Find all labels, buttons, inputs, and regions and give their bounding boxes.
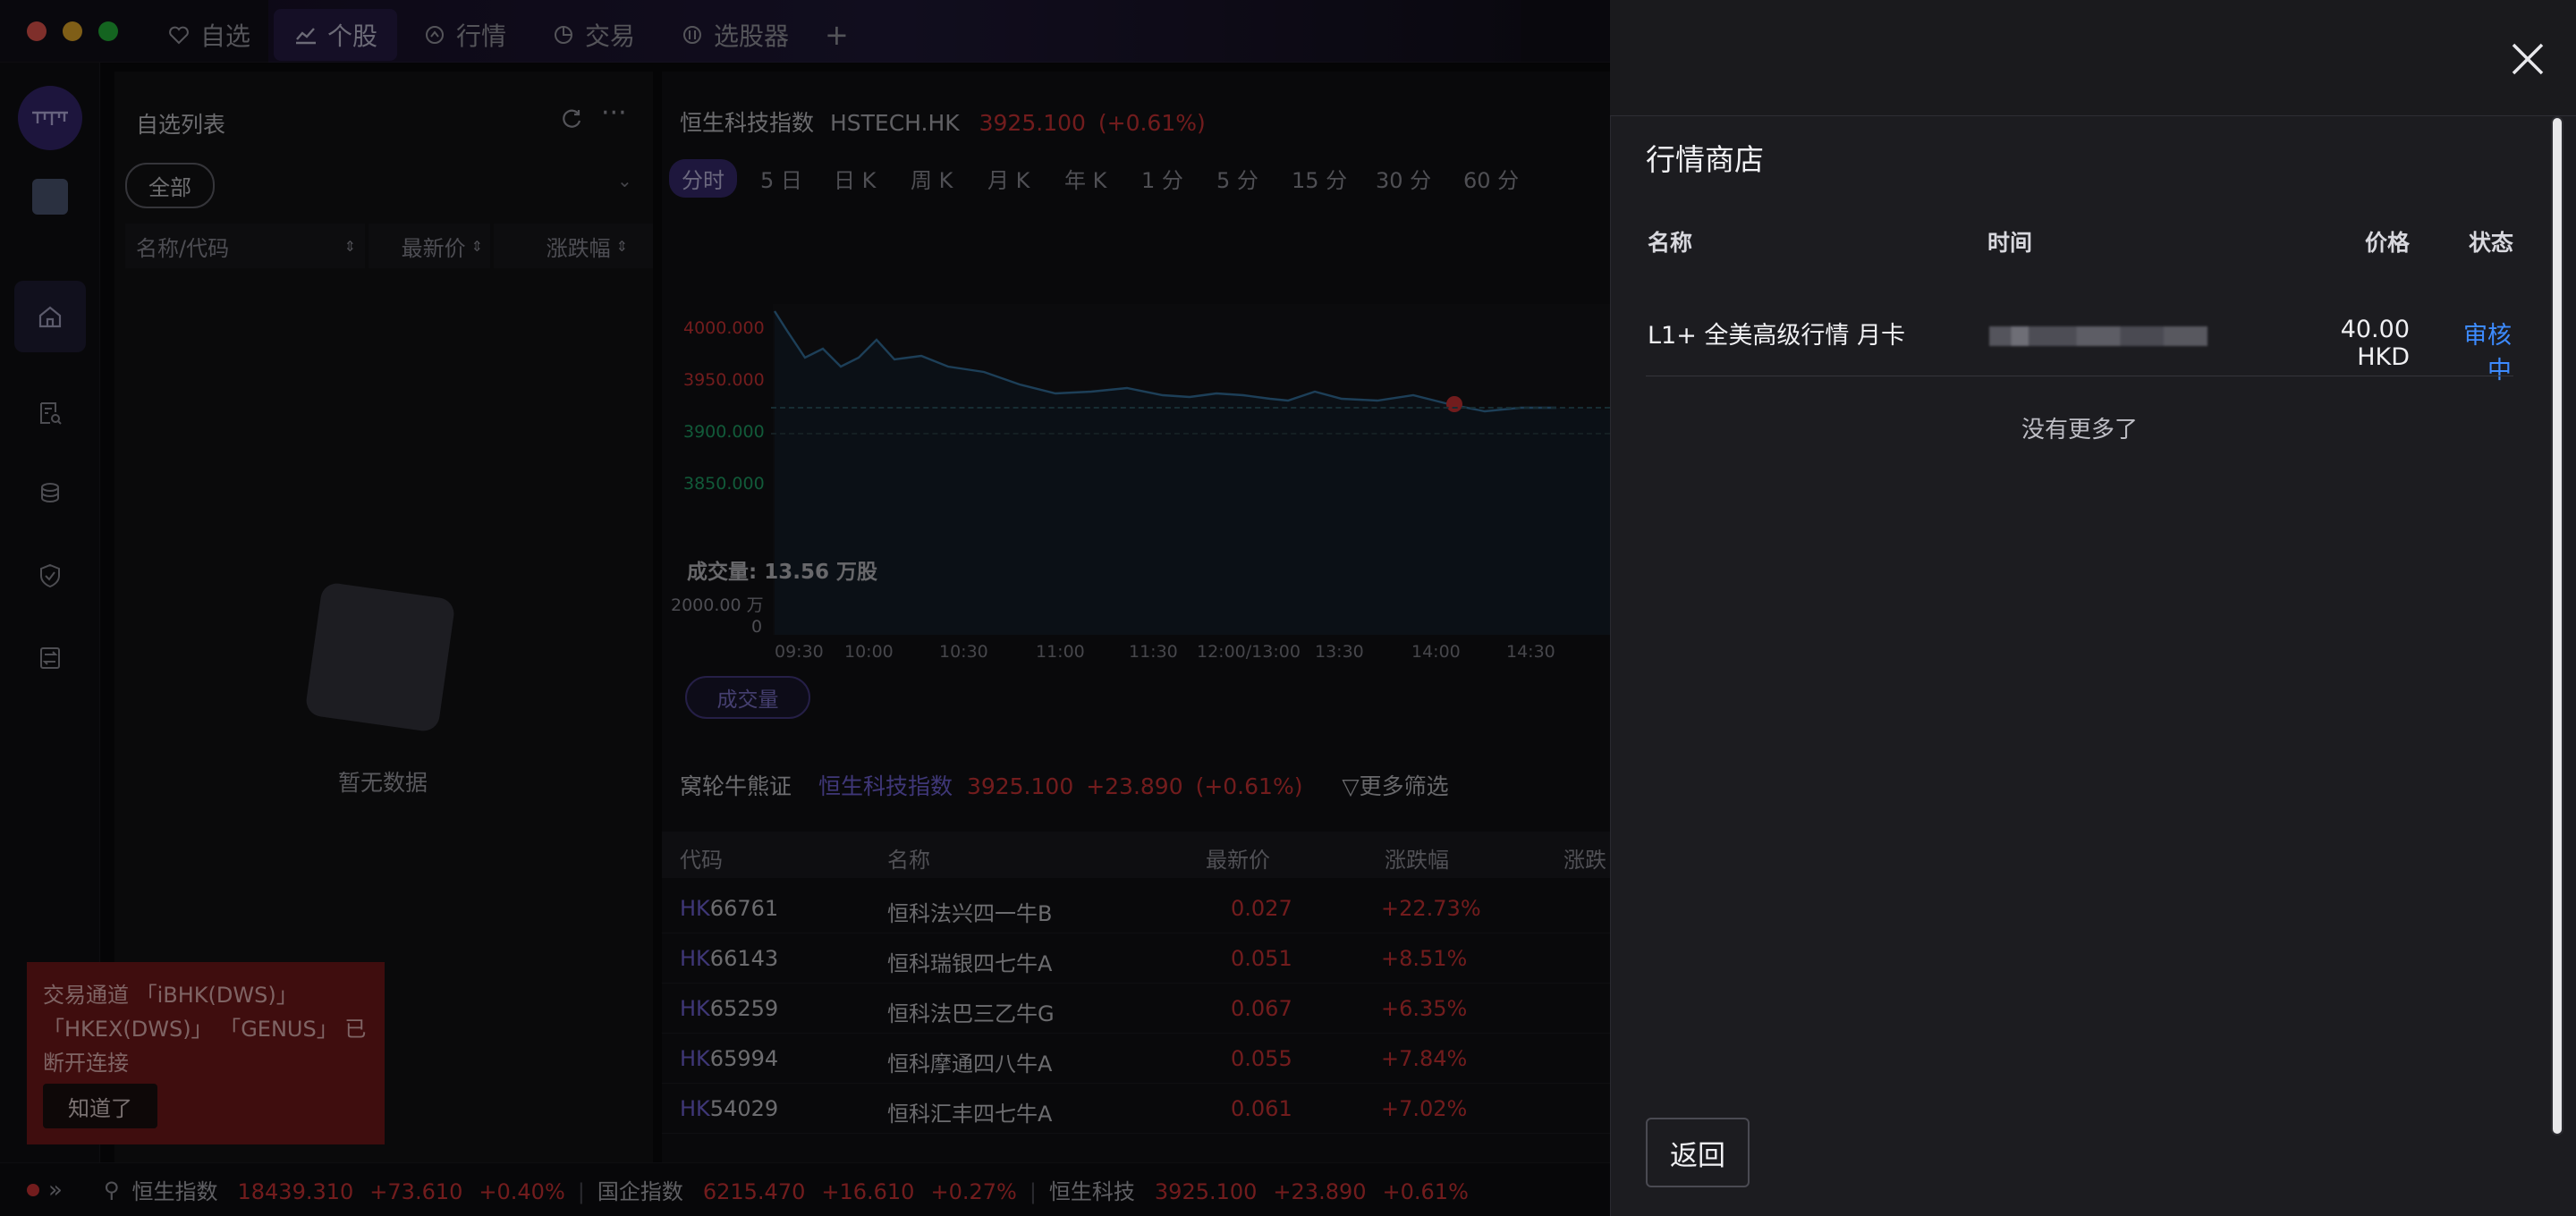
store-item-time-redacted [1989, 326, 2207, 346]
store-item-price: 40.00 HKD [2340, 316, 2410, 371]
column-header-name: 名称 [1648, 230, 1693, 256]
drawer-header [1610, 0, 2576, 116]
no-more-text: 没有更多了 [2021, 417, 2139, 443]
drawer-scroll-thumb[interactable] [2553, 118, 2562, 1134]
modal-backdrop[interactable] [0, 0, 1610, 1216]
store-title: 行情商店 [1646, 142, 1764, 177]
column-header-price: 价格 [2365, 230, 2411, 256]
store-item-name: L1+ 全美高级行情 月卡 [1648, 322, 1906, 350]
column-header-time: 时间 [1987, 230, 2033, 256]
column-header-status: 状态 [2469, 230, 2514, 256]
back-button[interactable]: 返回 [1646, 1118, 1750, 1187]
market-store-drawer [1610, 0, 2576, 1216]
close-icon[interactable] [2506, 38, 2549, 80]
